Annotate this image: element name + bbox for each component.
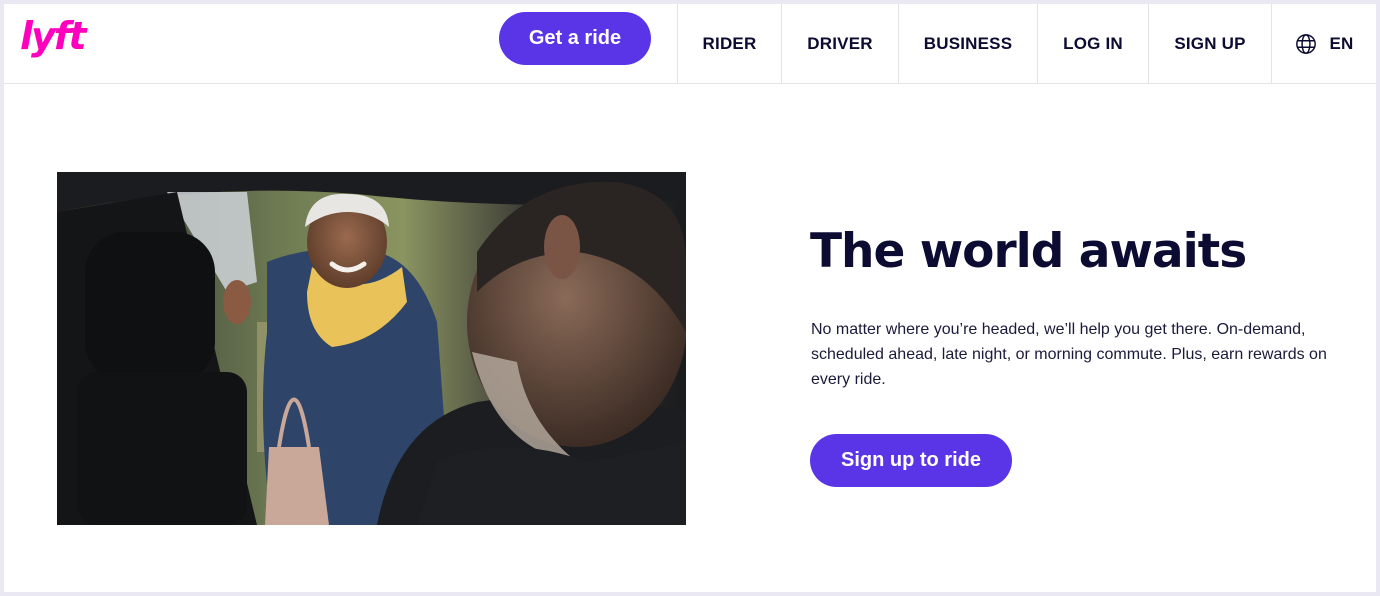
nav-driver[interactable]: DRIVER — [781, 4, 898, 83]
nav-driver-label: DRIVER — [807, 33, 873, 53]
hero-photo — [57, 172, 686, 525]
globe-icon — [1296, 33, 1317, 54]
nav-business-label: BUSINESS — [923, 33, 1013, 53]
nav-rider[interactable]: RIDER — [677, 4, 781, 83]
nav-sign-up-label: SIGN UP — [1174, 33, 1246, 53]
hero-description: No matter where you’re headed, we’ll hel… — [811, 321, 1327, 388]
page: lyft Get a ride RIDER DRIVER BUSINESS LO… — [4, 4, 1376, 592]
nav-sign-up[interactable]: SIGN UP — [1148, 4, 1271, 83]
language-selector[interactable]: EN — [1271, 4, 1376, 83]
nav-business[interactable]: BUSINESS — [898, 4, 1037, 83]
lyft-logo[interactable]: lyft — [20, 14, 86, 58]
nav-log-in-label: LOG IN — [1063, 33, 1123, 53]
top-nav-bar: lyft Get a ride RIDER DRIVER BUSINESS LO… — [4, 4, 1376, 84]
rider-entering-car-illustration — [57, 172, 686, 525]
language-label: EN — [1329, 33, 1354, 53]
nav-rider-label: RIDER — [702, 33, 757, 53]
nav-log-in[interactable]: LOG IN — [1037, 4, 1148, 83]
hero-title: The world awaits — [810, 224, 1247, 279]
sign-up-to-ride-button[interactable]: Sign up to ride — [810, 434, 1012, 487]
get-a-ride-button[interactable]: Get a ride — [499, 12, 651, 65]
